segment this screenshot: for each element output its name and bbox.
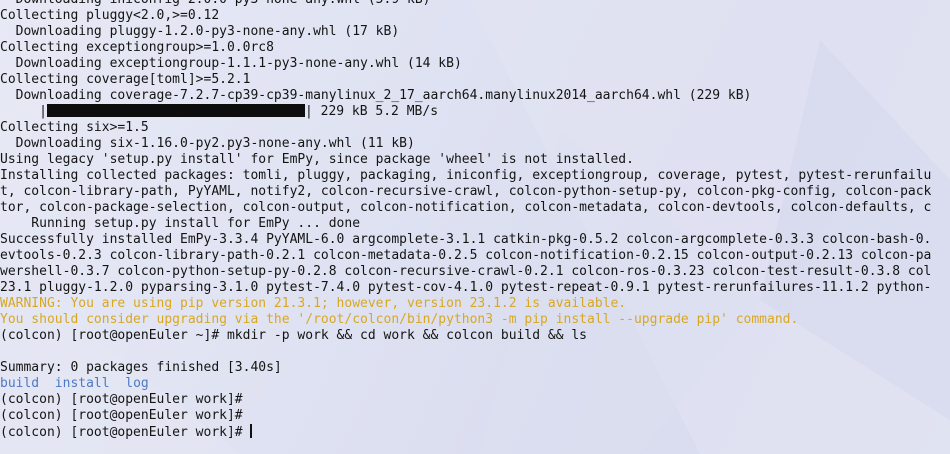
terminal-line: Collecting pluggy<2.0,>=0.12	[0, 8, 220, 23]
command-line: (colcon) [root@openEuler ~]# mkdir -p wo…	[0, 328, 587, 343]
terminal-line: Downloading pluggy-1.2.0-py3-none-any.wh…	[0, 24, 400, 39]
ls-output: build install log	[0, 376, 950, 392]
pip-upgrade-hint-line: You should consider upgrading via the '/…	[0, 312, 799, 327]
terminal-line: Downloading six-1.16.0-py2.py3-none-any.…	[0, 136, 415, 151]
terminal-line: evtools-0.2.3 colcon-library-path-0.2.1 …	[0, 248, 932, 263]
directory-build: build	[0, 376, 40, 391]
prompt-text: (colcon) [root@openEuler work]#	[0, 425, 251, 440]
terminal-line: Downloading iniconfig-2.0.0-py3-none-any…	[0, 0, 950, 8]
terminal-output[interactable]: Downloading iniconfig-2.0.0-py3-none-any…	[0, 0, 950, 440]
terminal-line: wershell-0.3.7 colcon-python-setup-py-0.…	[0, 264, 932, 279]
directory-log: log	[125, 376, 149, 391]
terminal-line: Collecting coverage[toml]>=5.2.1	[0, 72, 251, 87]
pip-warning-line: WARNING: You are using pip version 21.3.…	[0, 296, 627, 311]
terminal-line: Using legacy 'setup.py install' for EmPy…	[0, 152, 634, 167]
shell-prompt: (colcon) [root@openEuler work]#	[0, 408, 243, 423]
download-progress-bar	[46, 104, 305, 117]
terminal-line: t, colcon-library-path, PyYAML, notify2,…	[0, 184, 932, 199]
terminal-line: Collecting six>=1.5	[0, 120, 149, 135]
directory-install: install	[54, 376, 110, 391]
download-progress-line: | | 229 kB 5.2 MB/s	[0, 104, 950, 120]
progress-stats: | 229 kB 5.2 MB/s	[304, 104, 439, 119]
terminal-line: Collecting exceptiongroup>=1.0.0rc8	[0, 40, 274, 55]
active-shell-prompt[interactable]: (colcon) [root@openEuler work]#	[0, 424, 950, 440]
terminal-line: Downloading exceptiongroup-1.1.1-py3-non…	[0, 56, 462, 71]
terminal-line: Installing collected packages: tomli, pl…	[0, 168, 932, 183]
text-cursor	[250, 424, 253, 438]
terminal-line: Downloading coverage-7.2.7-cp39-cp39-man…	[0, 88, 752, 103]
terminal-line: tor, colcon-package-selection, colcon-ou…	[0, 200, 932, 215]
build-summary: Summary: 0 packages finished [3.40s]	[0, 360, 282, 375]
terminal-line: 23.1 pluggy-1.2.0 pyparsing-3.1.0 pytest…	[0, 280, 932, 295]
terminal-line: Successfully installed EmPy-3.3.4 PyYAML…	[0, 232, 932, 247]
progress-prefix: |	[0, 104, 47, 119]
shell-prompt: (colcon) [root@openEuler work]#	[0, 392, 243, 407]
terminal-line: Running setup.py install for EmPy ... do…	[0, 216, 361, 231]
